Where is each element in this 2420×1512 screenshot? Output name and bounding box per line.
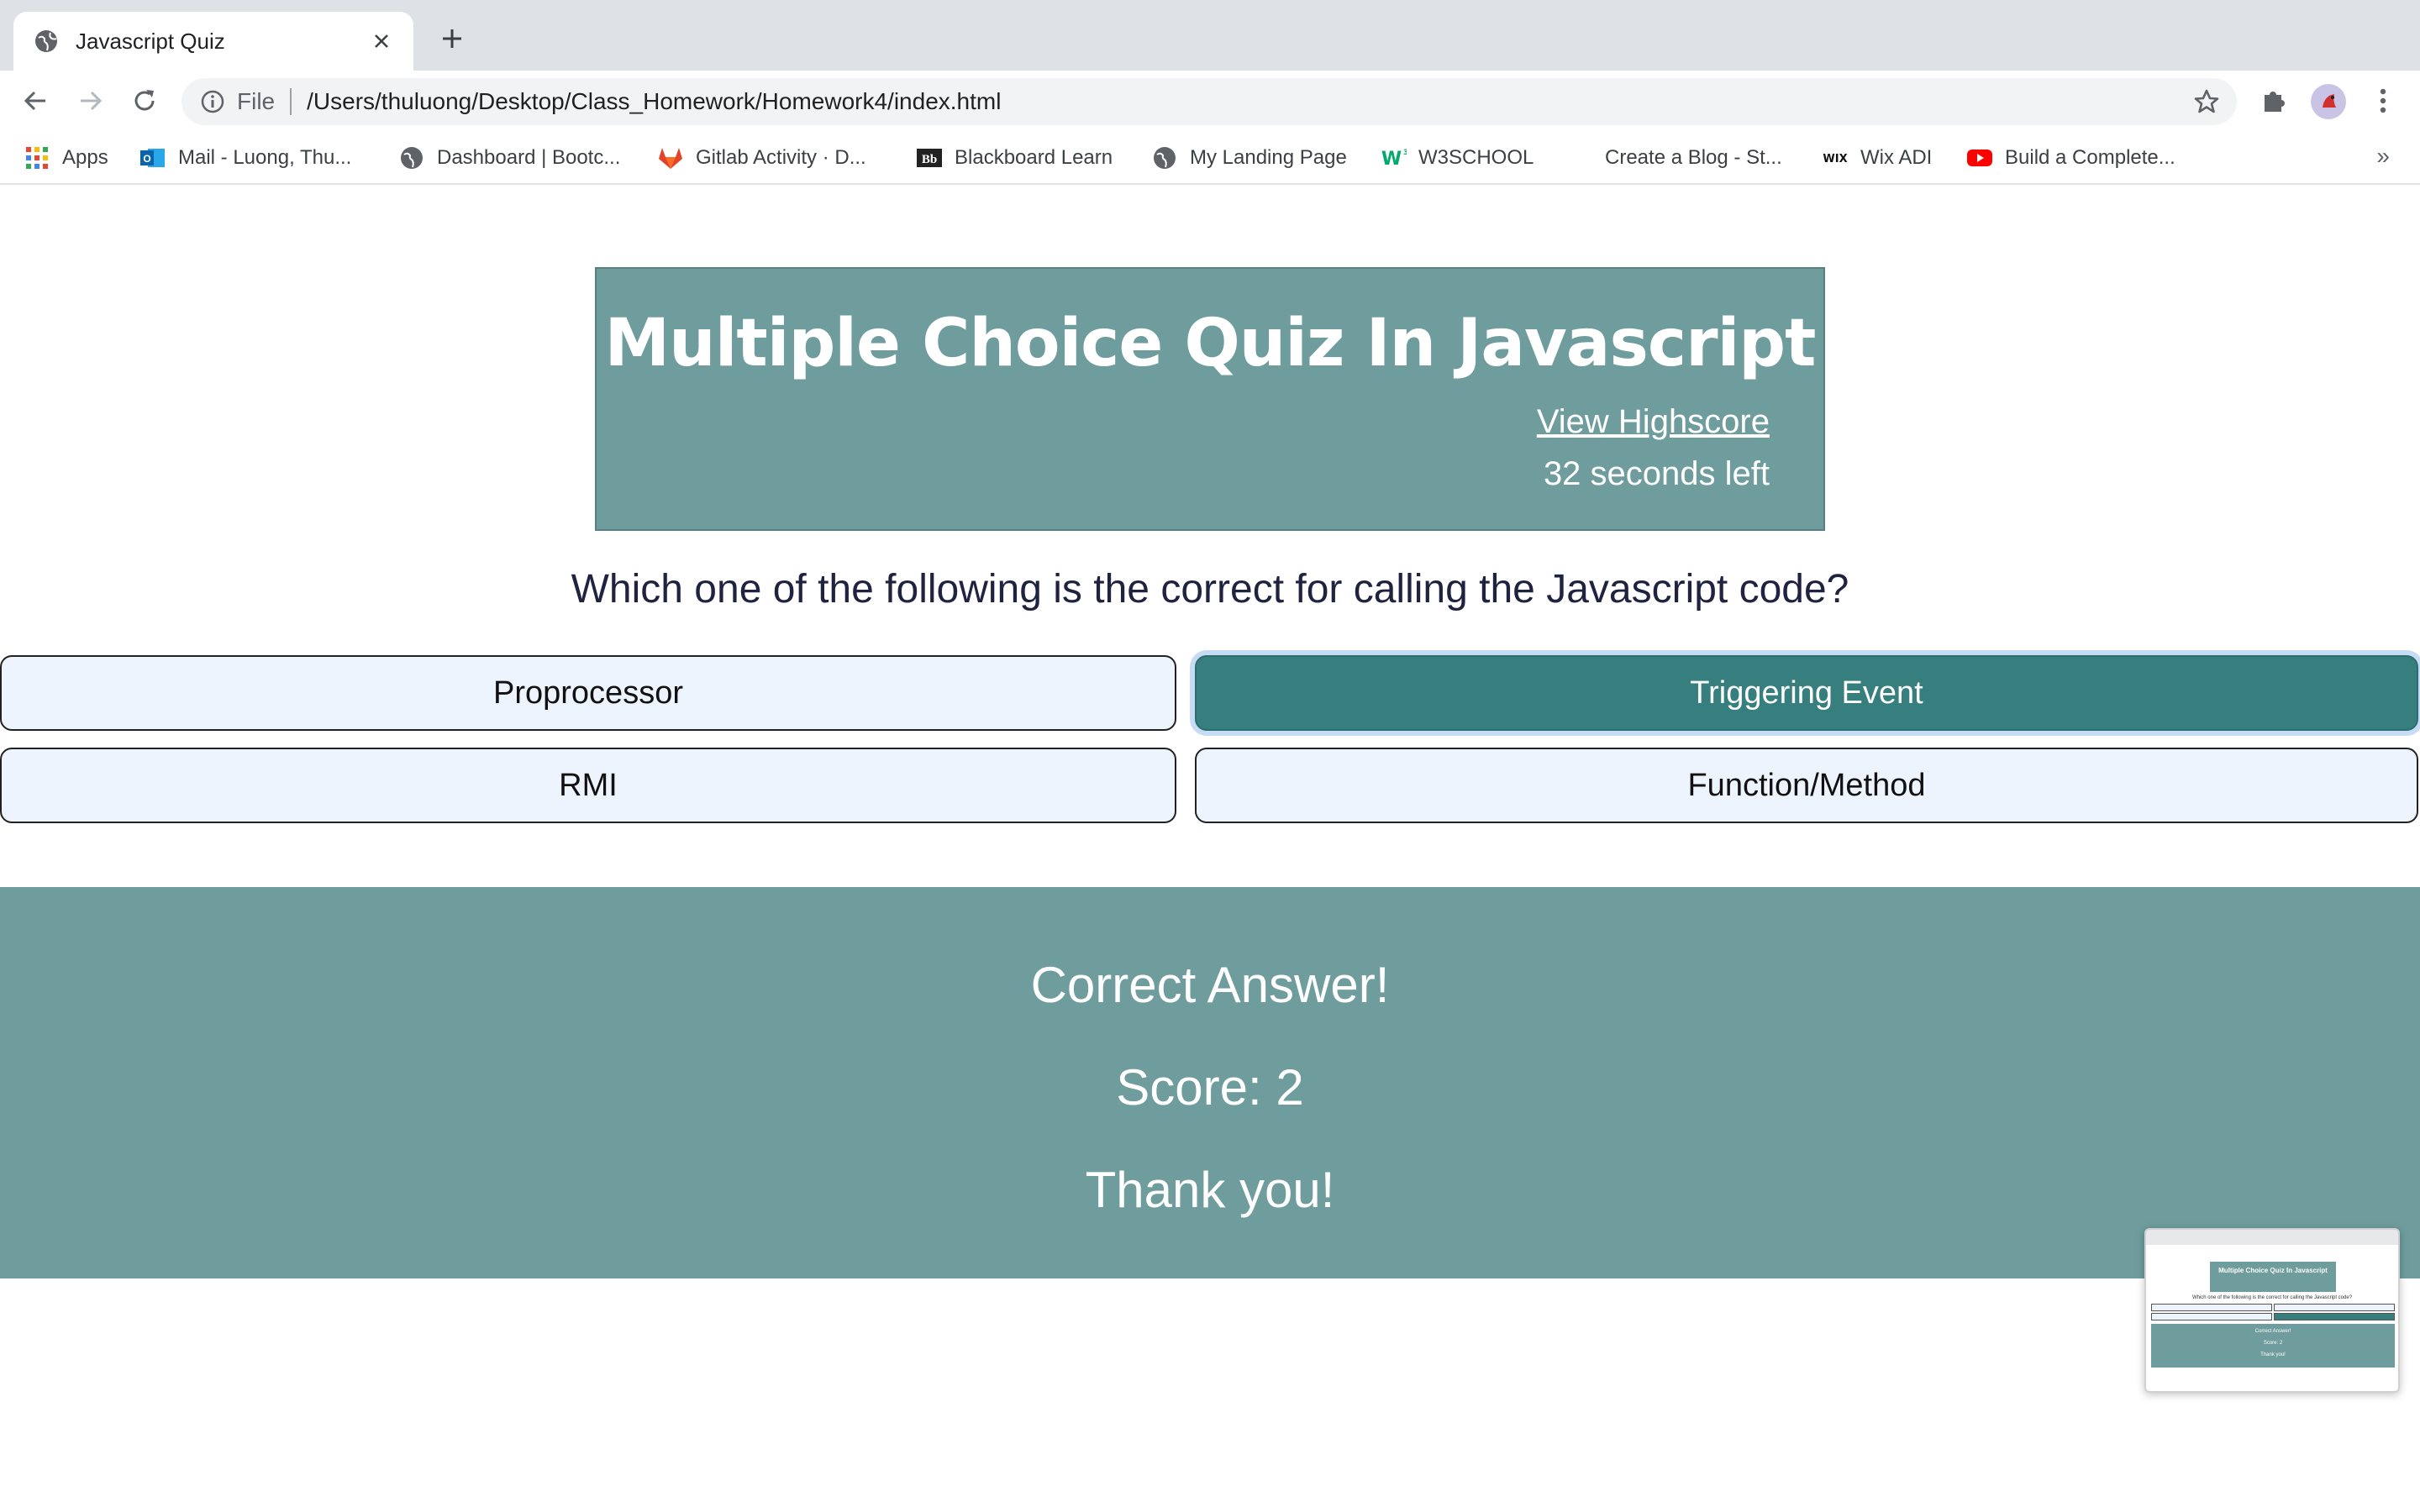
thumbnail-choice-selected <box>2274 1313 2395 1320</box>
quiz-page: Multiple Choice Quiz In Javascript View … <box>0 186 2420 1512</box>
svg-text:Bb: Bb <box>922 153 937 166</box>
apps-grid-icon <box>24 144 50 171</box>
browser-toolbar: File /Users/thuluong/Desktop/Class_Homew… <box>0 71 2420 131</box>
score-display: Score: 2 <box>1116 1059 1304 1116</box>
tab-strip: Javascript Quiz <box>0 0 2420 71</box>
bookmark-label: W3SCHOOL <box>1418 146 1534 169</box>
address-bar[interactable]: File /Users/thuluong/Desktop/Class_Homew… <box>182 78 2237 125</box>
globe-icon <box>398 144 425 171</box>
bookmark-label: Build a Complete... <box>2005 146 2175 169</box>
bookmark-gitlab[interactable]: Gitlab Activity · D... <box>657 143 866 173</box>
forward-arrow-icon[interactable] <box>74 84 108 118</box>
bookmark-label: My Landing Page <box>1190 146 1347 169</box>
wix-icon: WIX <box>1822 144 1849 171</box>
bookmark-label: Dashboard | Bootc... <box>437 146 621 169</box>
bookmark-label: Blackboard Learn <box>955 146 1113 169</box>
bookmark-label: Create a Blog - St... <box>1605 146 1782 169</box>
thumbnail-choice <box>2274 1304 2395 1311</box>
bookmark-star-icon[interactable] <box>2193 88 2220 115</box>
answer-choice-1[interactable]: Proprocessor <box>0 655 1176 731</box>
blackboard-icon: Bb <box>916 144 943 171</box>
svg-text:W: W <box>1381 149 1402 170</box>
globe-icon <box>1151 144 1178 171</box>
thumbnail-question: Which one of the following is the correc… <box>2191 1295 2353 1300</box>
question-text: Which one of the following is the correc… <box>571 567 1849 612</box>
thumbnail-choice <box>2151 1304 2272 1311</box>
info-icon[interactable] <box>200 89 225 114</box>
tab-title: Javascript Quiz <box>76 28 225 54</box>
bookmark-label: Apps <box>62 146 108 169</box>
view-highscore-link[interactable]: View Highscore <box>1537 403 1770 441</box>
answer-choice-4[interactable]: Function/Method <box>1195 748 2418 823</box>
answer-choice-3[interactable]: RMI <box>0 748 1176 823</box>
svg-text:3: 3 <box>1403 149 1407 157</box>
bookmark-apps[interactable]: Apps <box>24 143 108 173</box>
gitlab-icon <box>657 144 684 171</box>
browser-tab[interactable]: Javascript Quiz <box>13 12 413 71</box>
bookmark-landing-page[interactable]: My Landing Page <box>1151 143 1347 173</box>
more-bookmarks-chevron[interactable]: » <box>2376 143 2390 170</box>
bookmark-blackboard[interactable]: Bb Blackboard Learn <box>916 143 1113 173</box>
bookmark-mail[interactable]: O Mail - Luong, Thu... <box>139 143 351 173</box>
bookmark-label: Gitlab Activity · D... <box>696 146 866 169</box>
close-tab-icon[interactable] <box>370 29 393 53</box>
answer-feedback: Correct Answer! <box>1030 957 1390 1013</box>
url-scheme: File <box>237 88 292 115</box>
thumbnail-title: Multiple Choice Quiz In Javascript <box>2218 1267 2328 1274</box>
globe-icon <box>34 29 59 54</box>
blank-icon <box>1566 144 1593 171</box>
answer-choice-2-selected[interactable]: Triggering Event <box>1195 655 2418 731</box>
quiz-title: Multiple Choice Quiz In Javascript <box>604 306 1817 381</box>
reload-icon[interactable] <box>128 84 161 118</box>
more-menu-icon[interactable] <box>2366 84 2400 118</box>
bookmark-dashboard[interactable]: Dashboard | Bootc... <box>398 143 620 173</box>
thumbnail-choice <box>2151 1313 2272 1320</box>
extensions-puzzle-icon[interactable] <box>2257 84 2291 118</box>
youtube-icon <box>1966 144 1993 171</box>
back-arrow-icon[interactable] <box>18 84 52 118</box>
url-text[interactable]: /Users/thuluong/Desktop/Class_Homework/H… <box>307 88 1001 115</box>
outlook-icon: O <box>139 144 166 171</box>
bookmark-label: Mail - Luong, Thu... <box>178 146 352 169</box>
result-panel: Correct Answer! Score: 2 Thank you! <box>0 887 2420 1278</box>
thumbnail-result: Correct Answer! Score: 2 Thank you! <box>2151 1324 2395 1368</box>
bookmark-create-blog[interactable]: Create a Blog - St... <box>1566 143 1782 173</box>
screenshot-preview-thumbnail[interactable]: Multiple Choice Quiz In Javascript Which… <box>2144 1228 2400 1393</box>
new-tab-icon[interactable] <box>435 22 469 55</box>
bookmark-wix[interactable]: WIX Wix ADI <box>1822 143 1932 173</box>
thumbnail-header: Multiple Choice Quiz In Javascript <box>2210 1262 2336 1292</box>
bookmark-w3school[interactable]: W3 W3SCHOOL <box>1380 143 1534 173</box>
thank-you-message: Thank you! <box>1085 1162 1335 1218</box>
countdown-timer: 32 seconds left <box>1543 455 1770 492</box>
bookmarks-bar: Apps O Mail - Luong, Thu... Dashboard | … <box>0 131 2420 185</box>
quiz-header: Multiple Choice Quiz In Javascript View … <box>595 267 1825 531</box>
thumbnail-feedback: Correct Answer! <box>2254 1329 2291 1334</box>
w3schools-icon: W3 <box>1380 144 1407 171</box>
svg-text:WIX: WIX <box>1823 153 1847 165</box>
svg-text:O: O <box>143 153 150 165</box>
thumbnail-browser-bar <box>2146 1230 2398 1245</box>
thumbnail-thanks: Thank you! <box>2260 1352 2286 1357</box>
bookmark-label: Wix ADI <box>1860 146 1933 169</box>
profile-avatar[interactable] <box>2311 84 2346 119</box>
bookmark-build-complete[interactable]: Build a Complete... <box>1966 143 2175 173</box>
thumbnail-score: Score: 2 <box>2263 1341 2283 1346</box>
